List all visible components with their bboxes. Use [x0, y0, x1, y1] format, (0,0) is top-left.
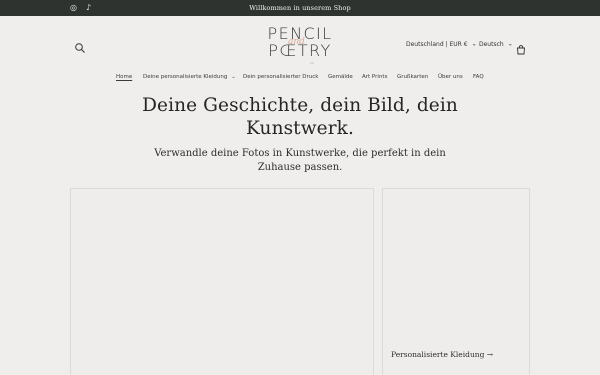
nav-item-label: Deine personalisierte Kleidung [143, 74, 228, 80]
nav-item-druck[interactable]: Dein personalisierter Druck [243, 73, 318, 82]
search-icon[interactable] [74, 39, 86, 53]
language-selector-label: Deutsch [479, 41, 504, 48]
hero-subtitle: Verwandle deine Fotos in Kunstwerke, die… [154, 148, 446, 173]
collection-card-large[interactable] [70, 188, 374, 375]
main-nav: Home Deine personalisierte Kleidung ⌄ Dei… [0, 72, 600, 84]
chevron-down-icon: ⌄ [471, 40, 477, 48]
site-header: PENCIL and PŒTRY co. Deutschland | EUR €… [0, 16, 600, 70]
announcement-text: Willkommen in unserem Shop [249, 4, 351, 12]
chevron-down-icon: ⌄ [507, 40, 513, 48]
chevron-down-icon: ⌄ [231, 74, 236, 80]
collection-card-kleidung[interactable]: Personalisierte Kleidung → [382, 188, 530, 375]
logo-line-2: PŒTRY [268, 41, 332, 60]
site-logo[interactable]: PENCIL and PŒTRY co. [262, 24, 338, 68]
nav-item-faq[interactable]: FAQ [473, 73, 484, 82]
language-selector[interactable]: Deutsch ⌄ [479, 40, 513, 49]
country-selector[interactable]: Deutschland | EUR € ⌄ [406, 40, 477, 49]
nav-item-kleidung[interactable]: Deine personalisierte Kleidung ⌄ [143, 73, 236, 82]
country-selector-label: Deutschland | EUR € [406, 41, 468, 48]
nav-item-grusskarten[interactable]: Grußkarten [397, 73, 428, 82]
announcement-bar: ◎ ♪ Willkommen in unserem Shop [0, 0, 600, 16]
nav-item-ueber-uns[interactable]: Über uns [438, 73, 463, 82]
logo-tagline: co. [310, 61, 315, 65]
nav-item-art-prints[interactable]: Art Prints [362, 73, 387, 82]
nav-item-gemaelde[interactable]: Gemälde [328, 73, 353, 82]
nav-item-home[interactable]: Home [116, 73, 132, 82]
cart-icon[interactable] [516, 40, 526, 55]
hero-title: Deine Geschichte, dein Bild, dein Kunstw… [142, 95, 458, 139]
collection-link-kleidung[interactable]: Personalisierte Kleidung → [391, 350, 493, 360]
